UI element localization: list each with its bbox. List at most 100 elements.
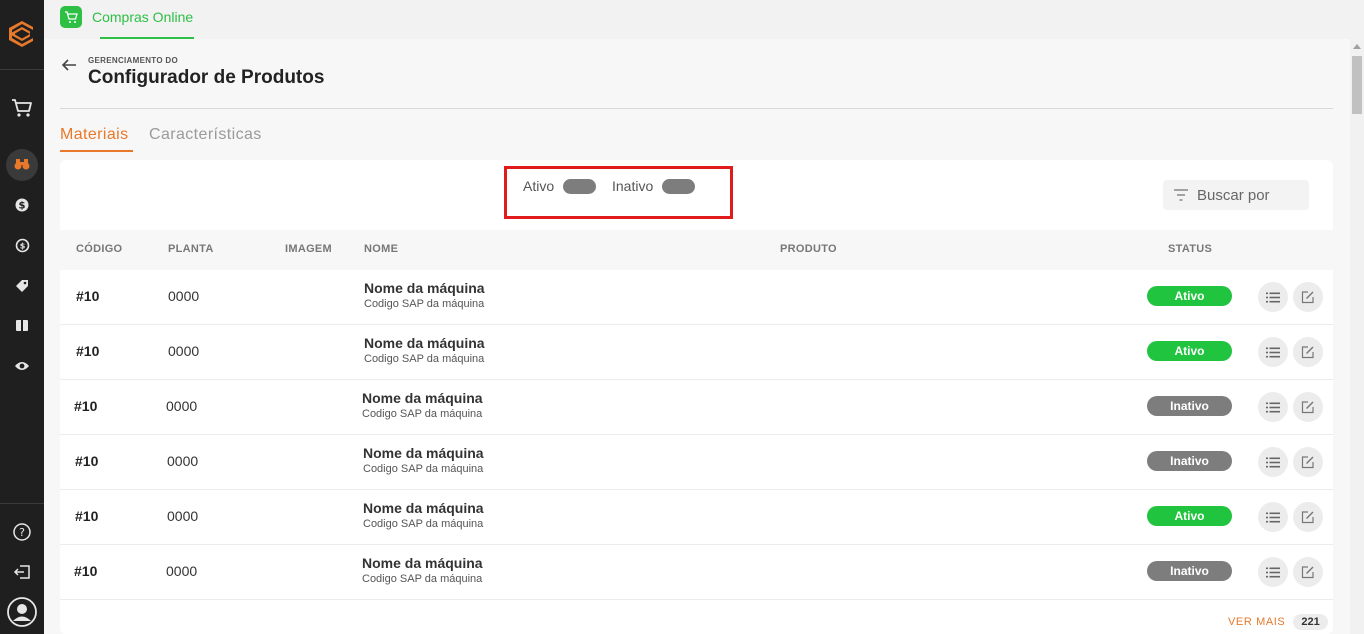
brand-logo-icon[interactable]: [6, 18, 38, 50]
row-machine-name: Nome da máquina: [363, 445, 484, 461]
row-code: #10: [74, 398, 98, 414]
status-badge: Inativo: [1147, 451, 1232, 471]
edit-icon: [1301, 401, 1314, 414]
filter-active[interactable]: Ativo: [523, 178, 597, 194]
binoculars-icon[interactable]: [0, 157, 44, 171]
list-icon: [1266, 457, 1280, 467]
filter-inactive-label: Inativo: [612, 178, 654, 194]
sidebar: $ $ ?: [0, 0, 44, 634]
row-code: #10: [75, 508, 99, 524]
ticket-icon[interactable]: [0, 319, 44, 332]
list-icon: [1266, 512, 1280, 522]
column-header-imagem[interactable]: IMAGEM: [285, 243, 332, 255]
row-plant: 0000: [167, 453, 199, 469]
row-sap-code: Codigo SAP da máquina: [362, 408, 483, 420]
main-content: GERENCIAMENTO DO Configurador de Produto…: [44, 39, 1350, 634]
row-sap-code: Codigo SAP da máquina: [364, 298, 485, 310]
cart-icon[interactable]: [0, 98, 44, 118]
app-tab-compras-online[interactable]: Compras Online: [60, 6, 193, 39]
list-icon: [1266, 292, 1280, 302]
row-plant: 0000: [168, 343, 200, 359]
filter-lines-icon: [1174, 189, 1188, 201]
page-kicker: GERENCIAMENTO DO: [88, 56, 178, 65]
list-icon: [1266, 402, 1280, 412]
row-code: #10: [76, 288, 100, 304]
status-badge: Ativo: [1147, 286, 1232, 306]
row-code: #10: [76, 343, 100, 359]
sidebar-divider: [0, 503, 44, 504]
status-badge: Inativo: [1147, 396, 1232, 416]
table-row[interactable]: #10 0000 Nome da máquina Codigo SAP da máqu…: [60, 545, 1333, 600]
dollar-icon[interactable]: $: [0, 198, 44, 212]
user-avatar-icon[interactable]: [0, 597, 44, 627]
scrollbar-thumb[interactable]: [1352, 56, 1362, 114]
list-icon: [1266, 347, 1280, 357]
edit-button[interactable]: [1293, 447, 1323, 477]
row-machine-name: Nome da máquina: [362, 555, 483, 571]
row-code: #10: [75, 453, 99, 469]
edit-button[interactable]: [1293, 282, 1323, 312]
active-tab-underline: [60, 150, 133, 152]
exchange-icon[interactable]: $: [0, 238, 44, 253]
edit-icon: [1301, 511, 1314, 524]
ver-mais-link[interactable]: VER MAIS: [1228, 616, 1285, 628]
list-icon: [1266, 567, 1280, 577]
row-plant: 0000: [167, 508, 199, 524]
column-header-planta[interactable]: PLANTA: [168, 243, 214, 255]
view-details-button[interactable]: [1258, 502, 1288, 532]
view-details-button[interactable]: [1258, 557, 1288, 587]
row-machine-name: Nome da máquina: [364, 335, 485, 351]
status-badge: Ativo: [1147, 506, 1232, 526]
shopping-cart-icon: [60, 6, 82, 28]
pagination-footer: VER MAIS 221: [1228, 614, 1328, 630]
column-header-codigo[interactable]: CÓDIGO: [76, 243, 122, 255]
table-row[interactable]: #10 0000 Nome da máquina Codigo SAP da máqu…: [60, 435, 1333, 490]
row-code: #10: [74, 563, 98, 579]
svg-text:$: $: [19, 242, 25, 251]
row-machine-name: Nome da máquina: [364, 280, 485, 296]
search-placeholder: Buscar por: [1197, 186, 1270, 204]
svg-text:$: $: [19, 201, 26, 212]
status-badge: Inativo: [1147, 561, 1232, 581]
table-row[interactable]: #10 0000 Nome da máquina Codigo SAP da máqu…: [60, 325, 1333, 380]
column-header-status[interactable]: STATUS: [1168, 243, 1212, 255]
edit-icon: [1301, 456, 1314, 469]
sidebar-divider: [0, 69, 44, 70]
tab-materiais[interactable]: Materiais: [60, 126, 129, 144]
row-sap-code: Codigo SAP da máquina: [362, 573, 483, 585]
view-details-button[interactable]: [1258, 337, 1288, 367]
page-scrollbar[interactable]: [1350, 39, 1364, 634]
view-details-button[interactable]: [1258, 392, 1288, 422]
help-icon[interactable]: ?: [0, 523, 44, 541]
row-sap-code: Codigo SAP da máquina: [363, 463, 484, 475]
header-divider: [60, 108, 1333, 109]
row-machine-name: Nome da máquina: [362, 390, 483, 406]
search-input[interactable]: Buscar por: [1163, 180, 1309, 210]
table-row[interactable]: #10 0000 Nome da máquina Codigo SAP da máqu…: [60, 380, 1333, 435]
app-bar: Compras Online: [44, 0, 1364, 39]
back-arrow-icon[interactable]: [61, 57, 77, 76]
view-details-button[interactable]: [1258, 447, 1288, 477]
scroll-up-arrow-icon[interactable]: [1353, 44, 1361, 49]
edit-button[interactable]: [1293, 392, 1323, 422]
column-header-produto[interactable]: PRODUTO: [780, 243, 837, 255]
table-row[interactable]: #10 0000 Nome da máquina Codigo SAP da máqu…: [60, 270, 1333, 325]
row-sap-code: Codigo SAP da máquina: [363, 518, 484, 530]
svg-text:?: ?: [19, 526, 25, 539]
edit-button[interactable]: [1293, 337, 1323, 367]
filter-inactive[interactable]: Inativo: [612, 178, 696, 194]
status-badge: Ativo: [1147, 341, 1232, 361]
logout-icon[interactable]: [0, 564, 44, 580]
eye-icon[interactable]: [0, 360, 44, 372]
edit-button[interactable]: [1293, 557, 1323, 587]
view-details-button[interactable]: [1258, 282, 1288, 312]
edit-button[interactable]: [1293, 502, 1323, 532]
column-header-nome[interactable]: NOME: [364, 243, 398, 255]
filter-active-toggle[interactable]: [563, 178, 597, 194]
edit-icon: [1301, 291, 1314, 304]
tag-icon[interactable]: [0, 279, 44, 293]
filter-inactive-toggle[interactable]: [662, 178, 696, 194]
app-name: Compras Online: [92, 9, 194, 25]
table-row[interactable]: #10 0000 Nome da máquina Codigo SAP da máqu…: [60, 490, 1333, 545]
tab-caracteristicas[interactable]: Características: [149, 126, 262, 144]
